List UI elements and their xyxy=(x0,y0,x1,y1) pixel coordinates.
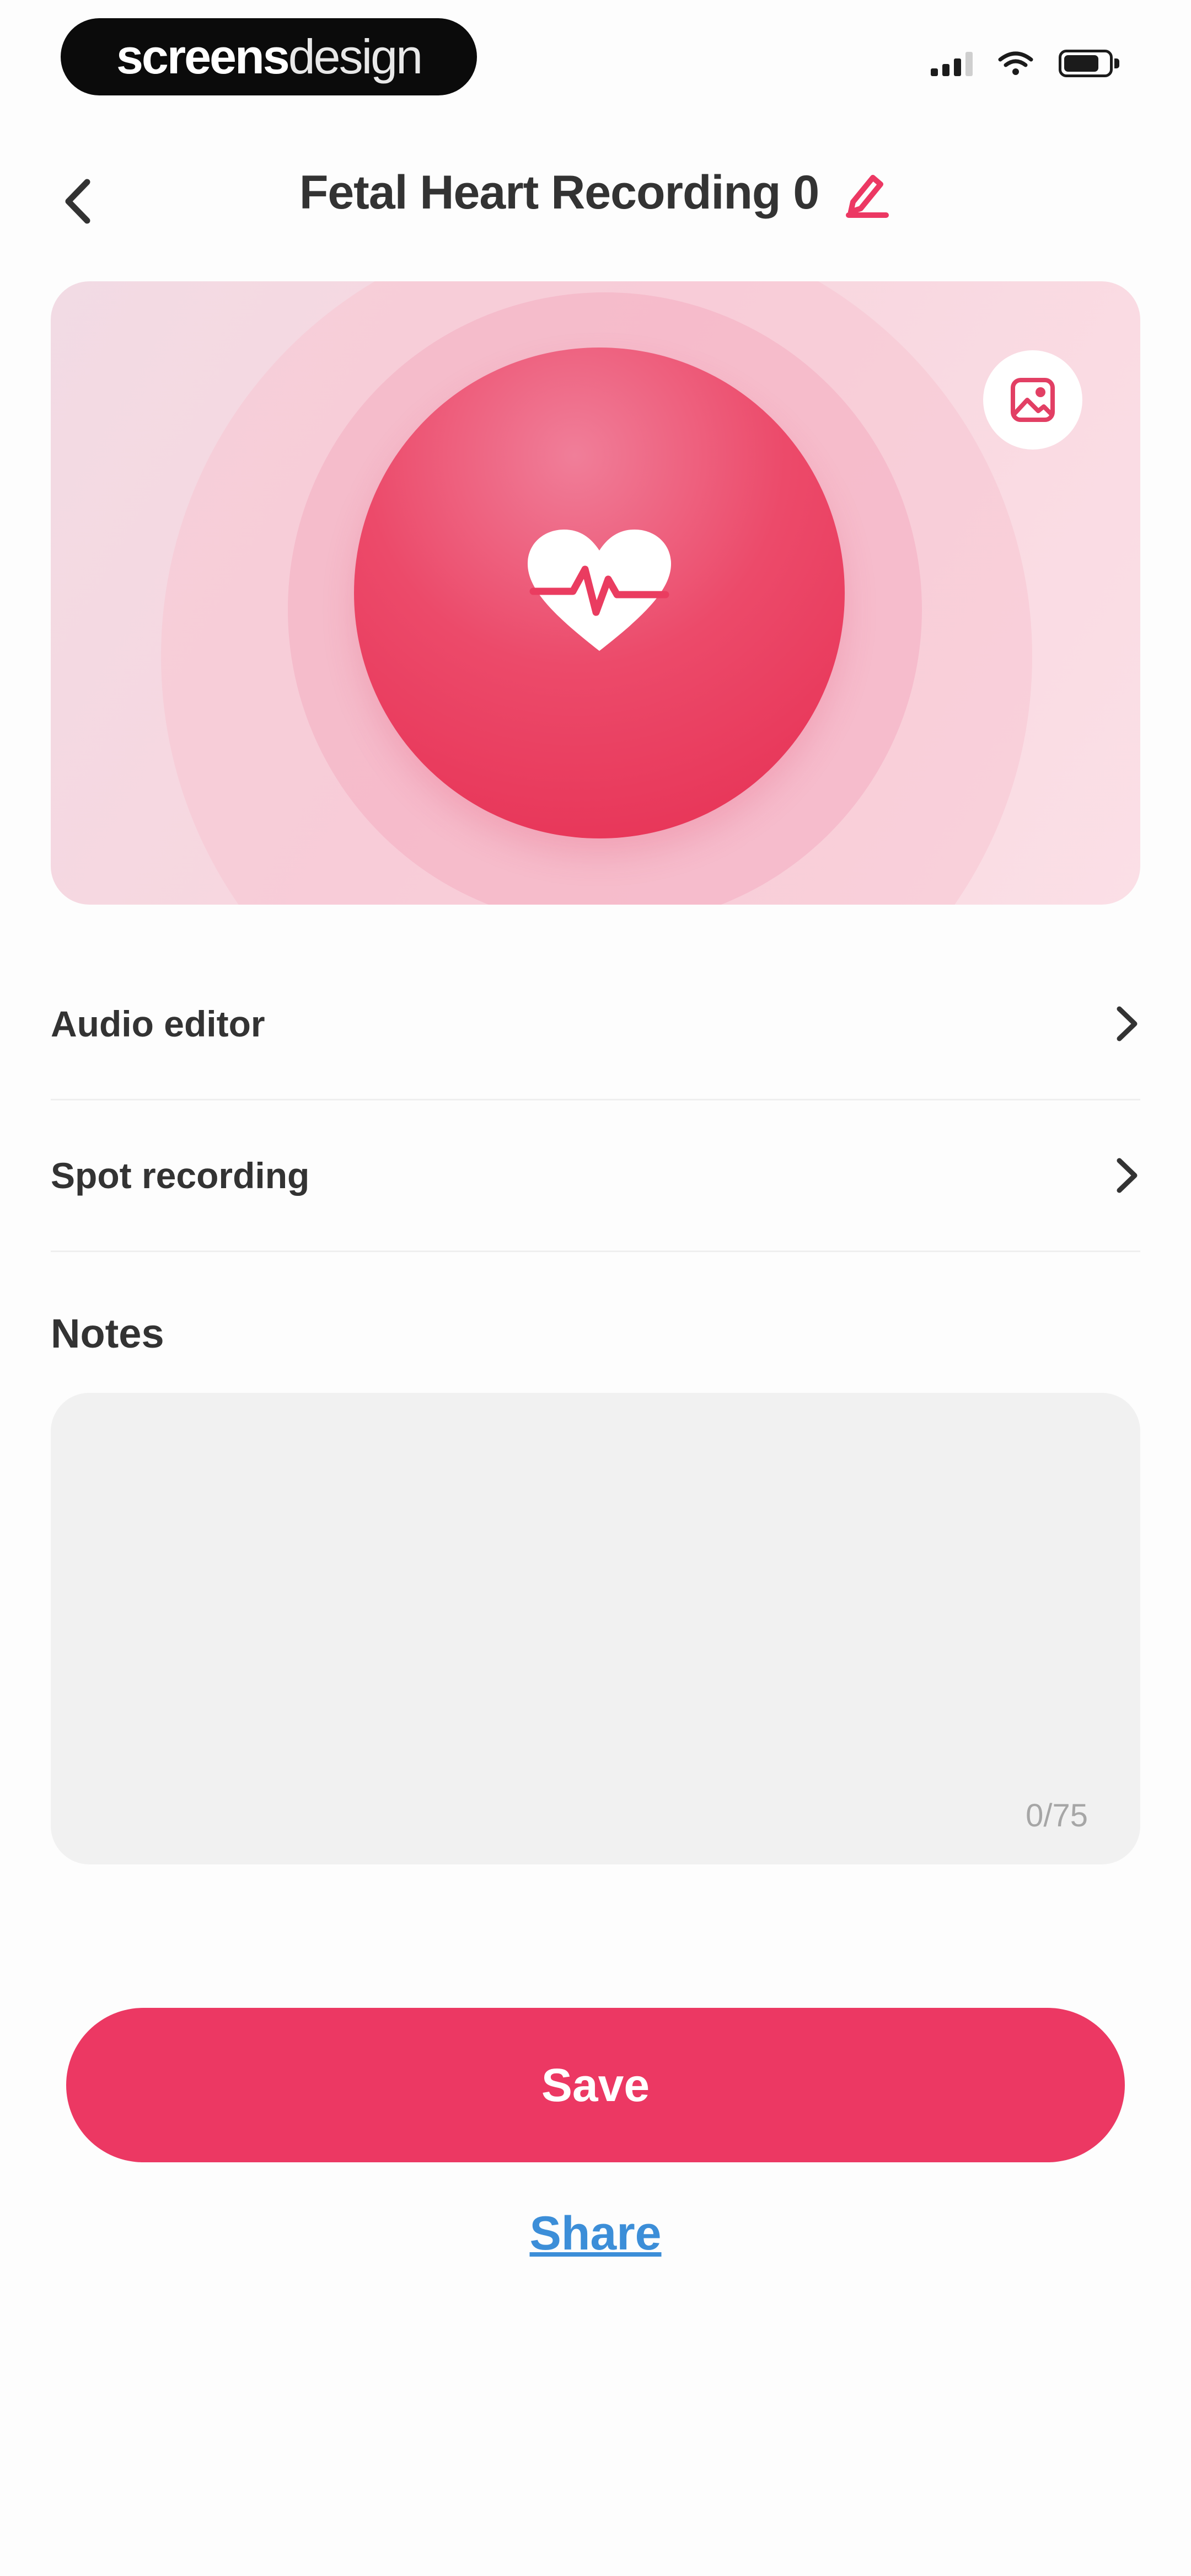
brand-text-light: design xyxy=(288,29,423,84)
page-title: Fetal Heart Recording 0 xyxy=(299,166,819,219)
chevron-right-icon xyxy=(1117,1158,1138,1193)
audio-editor-row[interactable]: Audio editor xyxy=(51,949,1140,1100)
notes-char-counter: 0/75 xyxy=(1026,1798,1088,1834)
battery-icon xyxy=(1059,50,1119,77)
notes-input[interactable] xyxy=(84,1420,1104,1773)
change-image-button[interactable] xyxy=(983,350,1082,450)
notes-heading: Notes xyxy=(51,1311,164,1356)
image-icon xyxy=(1011,378,1055,422)
share-link[interactable]: Share xyxy=(0,2206,1191,2261)
audio-editor-label: Audio editor xyxy=(51,1003,265,1044)
spot-recording-row[interactable]: Spot recording xyxy=(51,1100,1140,1252)
brand-text-strong: screens xyxy=(116,29,290,84)
notes-field[interactable]: 0/75 xyxy=(51,1393,1140,1864)
heartbeat-icon xyxy=(528,530,671,651)
heartbeat-hero xyxy=(51,281,1140,905)
status-icons xyxy=(931,50,1119,77)
wifi-icon xyxy=(998,51,1033,75)
heartbeat-orb[interactable] xyxy=(354,348,845,838)
chevron-right-icon xyxy=(1117,1006,1138,1041)
signal-icon xyxy=(931,51,973,76)
nav-title-bar: Fetal Heart Recording 0 xyxy=(0,165,1191,220)
spot-recording-label: Spot recording xyxy=(51,1155,310,1196)
recording-detail-screen: screens design Fetal Heart Recording 0 A… xyxy=(0,0,1191,2576)
brand-watermark: screens design xyxy=(61,18,477,95)
save-button[interactable]: Save xyxy=(66,2008,1125,2162)
edit-pencil-icon[interactable] xyxy=(841,168,892,218)
